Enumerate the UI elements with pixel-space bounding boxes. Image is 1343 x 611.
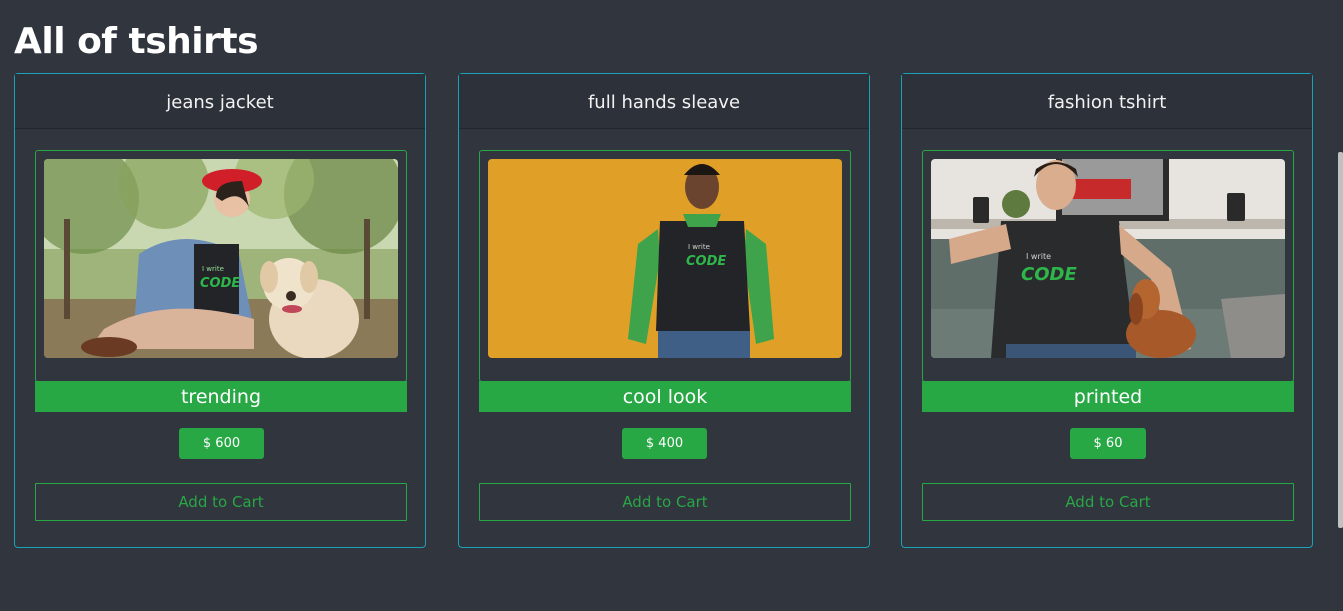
add-to-cart-button[interactable]: Add to Cart [479, 483, 851, 521]
man-on-sofa-with-dog-photo: I write CODE [931, 159, 1285, 358]
product-name: jeans jacket [15, 74, 425, 129]
product-name: full hands sleave [459, 74, 869, 129]
price-button[interactable]: $ 400 [622, 428, 707, 459]
product-tag: printed [922, 381, 1294, 412]
product-card-full-hands-sleave: full hands sleave I write CODE cool look… [458, 73, 870, 548]
product-image-frame: I write CODE [35, 150, 407, 382]
product-card-fashion-tshirt: fashion tshirt I write CODE printed $ 60… [901, 73, 1313, 548]
shirt-small-text: I write [1026, 252, 1051, 261]
price-button[interactable]: $ 600 [179, 428, 264, 459]
add-to-cart-button[interactable]: Add to Cart [35, 483, 407, 521]
woman-with-dog-photo: I write CODE [44, 159, 398, 358]
product-card-jeans-jacket: jeans jacket I write CODE trending $ 600… [14, 73, 426, 548]
price-button[interactable]: $ 60 [1070, 428, 1146, 459]
product-image-frame: I write CODE [479, 150, 851, 382]
shirt-big-text: CODE [200, 276, 240, 291]
man-yellow-wall-photo: I write CODE [488, 159, 842, 358]
shirt-big-text: CODE [686, 254, 726, 269]
product-tag: trending [35, 381, 407, 412]
add-to-cart-button[interactable]: Add to Cart [922, 483, 1294, 521]
shirt-small-text: I write [202, 265, 224, 273]
shirt-big-text: CODE [1021, 264, 1077, 285]
page-title: All of tshirts [14, 21, 259, 62]
product-tag: cool look [479, 381, 851, 412]
product-image-frame: I write CODE [922, 150, 1294, 382]
shirt-small-text: I write [688, 243, 710, 251]
vertical-scrollbar[interactable] [1338, 152, 1343, 528]
product-name: fashion tshirt [902, 74, 1312, 129]
